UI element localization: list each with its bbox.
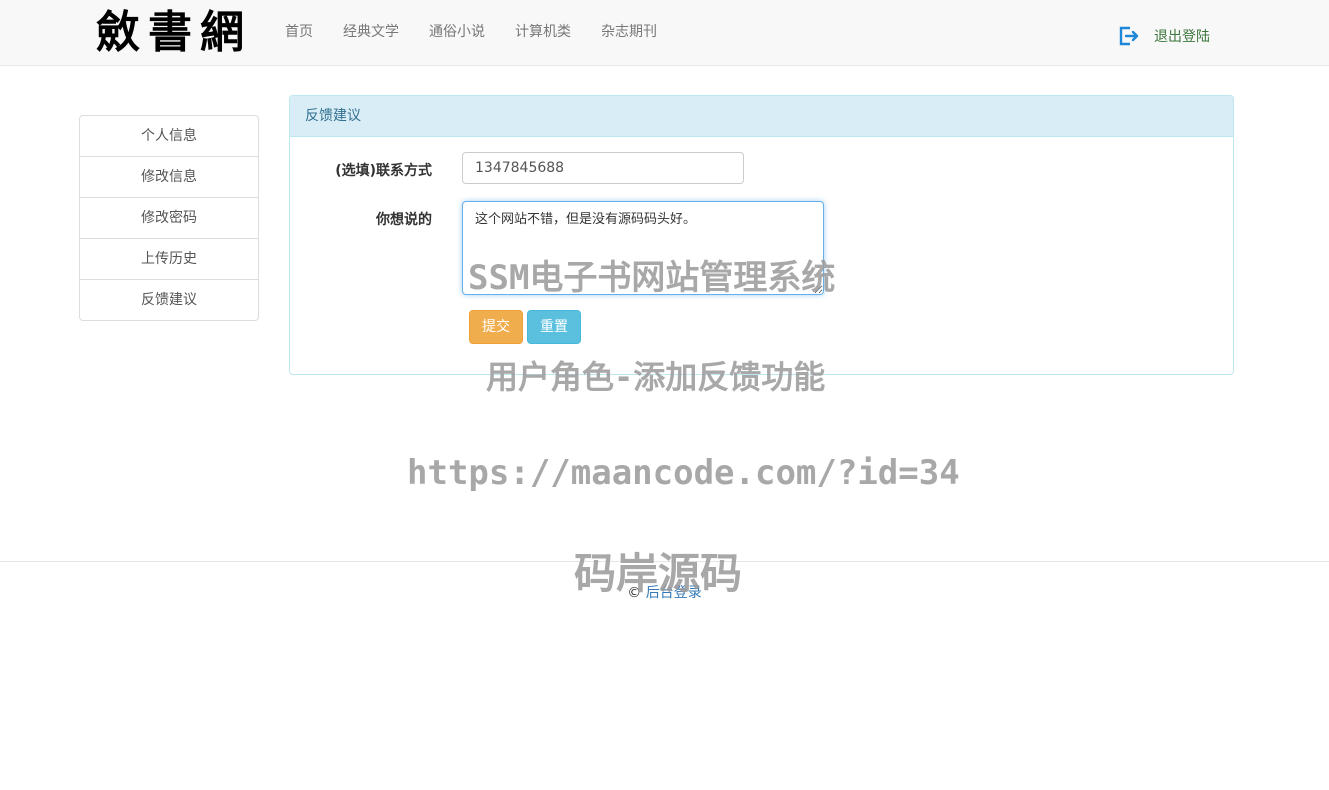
sidebar-item-upload-history[interactable]: 上传历史 — [80, 238, 258, 279]
contact-input[interactable] — [462, 152, 744, 184]
nav-popular-fiction[interactable]: 通俗小说 — [414, 0, 500, 65]
watermark-subtitle: 用户角色-添加反馈功能 — [486, 358, 826, 396]
nav-computer[interactable]: 计算机类 — [500, 0, 586, 65]
sidebar-item-profile[interactable]: 个人信息 — [80, 116, 258, 156]
message-label: 你想说的 — [376, 212, 432, 228]
logout-icon — [1119, 26, 1139, 46]
watermark-url: https://maancode.com/?id=34 — [407, 453, 960, 493]
nav-classic-literature[interactable]: 经典文学 — [328, 0, 414, 65]
watermark-title: SSM电子书网站管理系统 — [468, 258, 836, 298]
main-nav: 首页 经典文学 通俗小说 计算机类 杂志期刊 — [270, 0, 672, 65]
panel-title: 反馈建议 — [290, 96, 1233, 137]
contact-label: (选填)联系方式 — [335, 163, 432, 179]
watermark-brand: 码岸源码 — [574, 549, 743, 598]
reset-button[interactable]: 重置 — [527, 310, 581, 344]
nav-magazines[interactable]: 杂志期刊 — [586, 0, 672, 65]
sidebar-item-change-password[interactable]: 修改密码 — [80, 197, 258, 238]
logout-label: 退出登陆 — [1154, 29, 1210, 45]
sidebar-item-feedback[interactable]: 反馈建议 — [80, 279, 258, 320]
logout-button[interactable]: 退出登陆 — [1116, 22, 1210, 50]
top-navbar: 斂書網 首页 经典文学 通俗小说 计算机类 杂志期刊 退出登陆 — [0, 0, 1329, 66]
sidebar-item-edit-info[interactable]: 修改信息 — [80, 156, 258, 197]
nav-home[interactable]: 首页 — [270, 0, 328, 65]
user-sidebar: 个人信息 修改信息 修改密码 上传历史 反馈建议 — [79, 115, 259, 321]
submit-button[interactable]: 提交 — [469, 310, 523, 344]
feedback-panel: 反馈建议 (选填)联系方式 你想说的 这个网站不错，但是没有源码码头好。 提交 … — [289, 95, 1234, 375]
site-logo[interactable]: 斂書網 — [96, 5, 252, 61]
